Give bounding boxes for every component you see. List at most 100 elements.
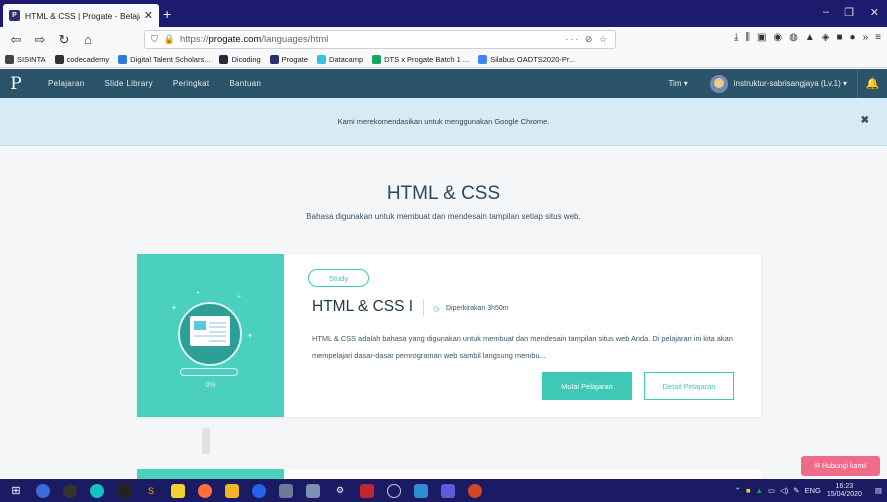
overflow-chevron-icon[interactable]: » bbox=[863, 32, 869, 43]
tab-close-icon[interactable]: ✕ bbox=[144, 9, 153, 22]
sparkle-icon: + bbox=[237, 294, 242, 301]
url-host: progate.com bbox=[208, 34, 262, 45]
bookmark-item[interactable]: Silabus OADTS2020-Pr... bbox=[478, 55, 575, 64]
course-illustration-panel bbox=[137, 469, 284, 479]
contact-us-button[interactable]: ✉ Hubungi kami! bbox=[801, 456, 880, 476]
browser-toolbar-right: ⤓ ⫼ ▣ ◉ ◍ ▲ ◈ ■ ● » ≡ bbox=[734, 32, 881, 43]
course-description: HTML & CSS adalah bahasa yang digunakan … bbox=[312, 334, 733, 360]
bell-icon[interactable]: 🔔 bbox=[857, 69, 887, 98]
app-icon[interactable] bbox=[63, 483, 77, 498]
sublime-icon[interactable]: S bbox=[144, 484, 158, 498]
course-progress-bar bbox=[180, 368, 238, 376]
bookmark-item[interactable]: Datacamp bbox=[316, 55, 363, 64]
extension-icon[interactable]: ◉ bbox=[773, 32, 782, 43]
file-explorer-icon[interactable] bbox=[225, 483, 239, 498]
reader-icon[interactable]: ▣ bbox=[757, 32, 766, 43]
lock-icon[interactable]: 🔒 bbox=[164, 34, 175, 45]
bookmark-label: codecademy bbox=[66, 55, 110, 64]
menu-item-slide-library[interactable]: Slide Library bbox=[105, 79, 153, 88]
maximize-button[interactable]: ❐ bbox=[844, 6, 854, 19]
address-bar[interactable]: ⛉ 🔒 https:// progate.com /languages/html… bbox=[144, 30, 616, 49]
extension-icon[interactable]: ● bbox=[850, 32, 856, 43]
username-dropdown[interactable]: instruktur-sabrisangjaya (Lv.1) ▾ bbox=[734, 79, 847, 88]
bookmark-label: SISINTA bbox=[17, 55, 46, 64]
url-path: /languages/html bbox=[261, 34, 329, 45]
extension-icon[interactable]: ◈ bbox=[822, 32, 830, 43]
browser-tab[interactable]: P HTML & CSS | Progate - Belajar ✕ bbox=[3, 4, 159, 27]
bookmark-item[interactable]: Dicoding bbox=[219, 55, 261, 64]
progate-logo[interactable]: P bbox=[4, 69, 28, 98]
notes-icon[interactable] bbox=[171, 483, 185, 498]
app-icon[interactable] bbox=[90, 483, 104, 498]
download-icon[interactable]: ⤓ bbox=[734, 32, 738, 43]
minimize-button[interactable]: – bbox=[823, 6, 829, 18]
back-icon[interactable]: ⇦ bbox=[8, 32, 24, 48]
menu-icon[interactable]: ≡ bbox=[875, 32, 881, 43]
extension-icon[interactable]: ▲ bbox=[805, 32, 815, 43]
drive-icon[interactable]: ▲ bbox=[756, 486, 763, 495]
settings-gear-icon[interactable]: ⚙ bbox=[333, 484, 347, 498]
bookmark-favicon-icon bbox=[269, 55, 279, 64]
page-title: HTML & CSS bbox=[386, 183, 501, 204]
notification-icon[interactable]: ▤ bbox=[875, 486, 882, 495]
menu-item-bantuan[interactable]: Bantuan bbox=[229, 79, 261, 88]
page-actions-icon[interactable]: ··· ⊘ ☆ bbox=[565, 34, 609, 45]
clock-date: 15/04/2020 bbox=[826, 490, 862, 498]
window-close-button[interactable]: ✕ bbox=[870, 6, 879, 19]
firefox-icon[interactable] bbox=[198, 483, 212, 498]
app-icon[interactable] bbox=[279, 483, 293, 498]
app-icon[interactable] bbox=[306, 483, 320, 498]
bookmark-favicon-icon bbox=[478, 55, 488, 64]
forward-icon[interactable]: ⇨ bbox=[32, 32, 48, 48]
photos-icon[interactable] bbox=[414, 483, 428, 498]
menu-item-peringkat[interactable]: Peringkat bbox=[173, 79, 210, 88]
bookmark-favicon-icon bbox=[372, 55, 382, 64]
divider bbox=[423, 299, 424, 316]
home-icon[interactable]: ⌂ bbox=[80, 32, 96, 47]
team-dropdown[interactable]: Tim ▾ bbox=[668, 79, 687, 88]
edge-icon[interactable] bbox=[36, 483, 50, 498]
network-icon[interactable]: ▭ bbox=[768, 486, 775, 495]
clock[interactable]: 16:23 15/04/2020 bbox=[827, 483, 862, 499]
security-icon[interactable] bbox=[252, 483, 266, 498]
reload-icon[interactable]: ↻ bbox=[56, 32, 72, 48]
library-icon[interactable]: ⫼ bbox=[745, 32, 750, 43]
bookmark-label: Silabus OADTS2020-Pr... bbox=[490, 55, 576, 64]
bookmarks-bar: SISINTA codecademy Digital Talent Scholars… bbox=[0, 52, 887, 68]
course-illustration-panel: ✦ • ✦ + 0% bbox=[137, 254, 284, 417]
chevron-up-icon[interactable]: ⌃ bbox=[735, 486, 741, 495]
extension-icon[interactable]: ◍ bbox=[789, 32, 798, 43]
system-tray: ⌃ ■ ▲ ▭ ◁) ✎ ENG 16:23 15/04/2020 ▤ bbox=[730, 479, 887, 502]
language-indicator[interactable]: ENG bbox=[805, 486, 821, 495]
pdf-extension-icon[interactable]: ■ bbox=[837, 32, 843, 43]
pen-icon[interactable]: ✎ bbox=[793, 486, 799, 495]
menu-item-pelajaran[interactable]: Pelajaran bbox=[48, 79, 85, 88]
new-tab-button[interactable]: + bbox=[163, 6, 171, 22]
web-page-icon bbox=[190, 316, 230, 346]
tracking-shield-icon[interactable]: ⛉ bbox=[151, 34, 158, 45]
app-icon[interactable] bbox=[441, 483, 455, 498]
avatar[interactable] bbox=[709, 74, 728, 93]
bookmark-item[interactable]: codecademy bbox=[54, 55, 110, 64]
course-connector bbox=[202, 428, 210, 454]
volume-icon[interactable]: ◁) bbox=[780, 486, 788, 495]
tray-app-icon[interactable]: ■ bbox=[746, 486, 751, 495]
bookmark-item[interactable]: DTS x Progate Batch 1 ... bbox=[372, 55, 469, 64]
start-lesson-button[interactable]: Mulai Pelajaran bbox=[542, 372, 632, 400]
pdf-reader-icon[interactable] bbox=[360, 483, 374, 498]
notice-close-icon[interactable]: ✖ bbox=[861, 115, 869, 126]
app-icon[interactable] bbox=[387, 483, 401, 498]
lesson-detail-button[interactable]: Detail Pelajaran bbox=[644, 372, 734, 400]
terminal-icon[interactable] bbox=[117, 483, 131, 498]
bookmark-item[interactable]: SISINTA bbox=[5, 55, 46, 64]
estimated-time: Diperkirakan 3h50m bbox=[446, 305, 509, 312]
bookmark-favicon-icon bbox=[316, 55, 326, 64]
sparkle-icon: ✦ bbox=[171, 305, 177, 312]
bookmark-item[interactable]: Digital Talent Scholars... bbox=[118, 55, 210, 64]
course-title[interactable]: HTML & CSS I bbox=[312, 298, 413, 316]
bookmark-favicon-icon bbox=[219, 55, 229, 64]
bookmark-favicon-icon bbox=[54, 55, 64, 64]
powerpoint-icon[interactable] bbox=[468, 483, 482, 498]
windows-start-icon[interactable]: ⊞ bbox=[9, 484, 23, 498]
bookmark-item[interactable]: Progate bbox=[269, 55, 308, 64]
